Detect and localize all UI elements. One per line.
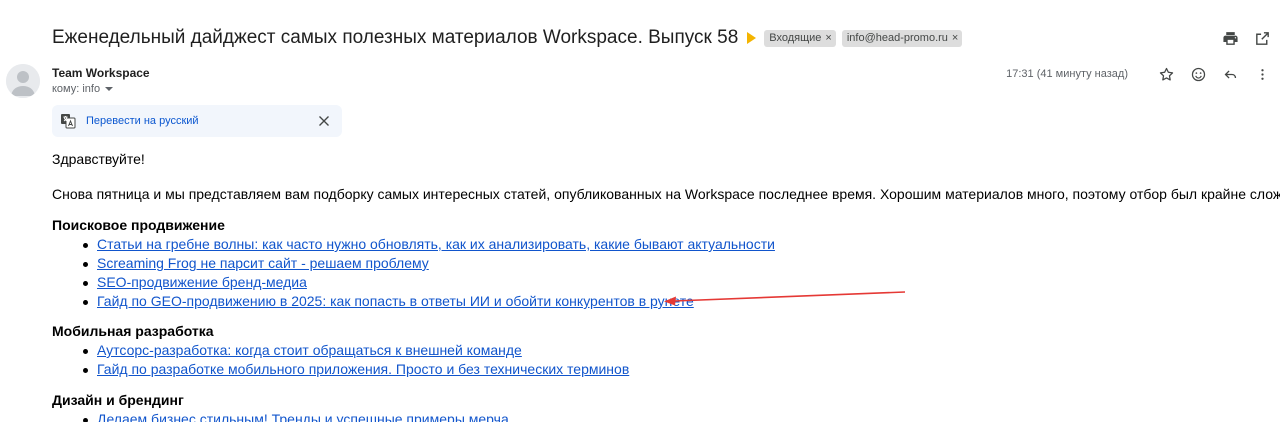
list-item: Делаем бизнес стильным! Тренды и успешны… bbox=[80, 411, 509, 422]
chevron-down-icon[interactable] bbox=[105, 87, 114, 91]
remove-label-icon[interactable]: × bbox=[825, 32, 831, 44]
annotation-arrow-icon bbox=[664, 291, 906, 306]
section-links-design: Делаем бизнес стильным! Тренды и успешны… bbox=[80, 411, 509, 422]
recipient-text: кому: info bbox=[52, 83, 101, 95]
thread-actions bbox=[1220, 28, 1272, 48]
label-chip-inbox[interactable]: Входящие × bbox=[764, 29, 836, 47]
translate-bar: Перевести на русский bbox=[52, 105, 342, 137]
section-links-mobile: Аутсорс-разработка: когда стоит обращать… bbox=[80, 342, 629, 380]
label-chip-text: info@head-promo.ru bbox=[846, 32, 948, 44]
star-icon[interactable] bbox=[1156, 64, 1176, 84]
label-chip-mailbox[interactable]: info@head-promo.ru × bbox=[841, 29, 963, 47]
importance-marker-icon[interactable] bbox=[747, 32, 757, 44]
intro-paragraph: Снова пятница и мы представляем вам подб… bbox=[52, 186, 1280, 202]
sender-name[interactable]: Team Workspace bbox=[52, 66, 150, 80]
list-item: Screaming Frog не парсит сайт - решаем п… bbox=[80, 255, 775, 274]
article-link[interactable]: Screaming Frog не парсит сайт - решаем п… bbox=[97, 255, 429, 271]
print-icon[interactable] bbox=[1220, 28, 1240, 48]
greeting: Здравствуйте! bbox=[52, 151, 145, 167]
article-link[interactable]: Гайд по разработке мобильного приложения… bbox=[97, 361, 629, 377]
article-link[interactable]: Делаем бизнес стильным! Тренды и успешны… bbox=[97, 411, 509, 422]
list-item: Статьи на гребне волны: как часто нужно … bbox=[80, 236, 775, 255]
section-title-design: Дизайн и брендинг bbox=[52, 392, 184, 408]
list-item: Аутсорс-разработка: когда стоит обращать… bbox=[80, 342, 629, 361]
translate-link[interactable]: Перевести на русский bbox=[86, 115, 199, 127]
recipient-details[interactable]: кому: info bbox=[52, 83, 114, 95]
article-link[interactable]: Аутсорс-разработка: когда стоит обращать… bbox=[97, 342, 522, 358]
reply-icon[interactable] bbox=[1220, 64, 1240, 84]
article-link[interactable]: SEO-продвижение бренд-медиа bbox=[97, 274, 307, 290]
translate-icon bbox=[60, 113, 76, 129]
remove-label-icon[interactable]: × bbox=[952, 32, 958, 44]
label-chip-text: Входящие bbox=[769, 32, 822, 44]
emoji-icon[interactable] bbox=[1188, 64, 1208, 84]
list-item: Гайд по разработке мобильного приложения… bbox=[80, 361, 629, 380]
article-link[interactable]: Гайд по GEO-продвижению в 2025: как попа… bbox=[97, 293, 694, 309]
article-link[interactable]: Статьи на гребне волны: как часто нужно … bbox=[97, 236, 775, 252]
close-icon[interactable] bbox=[316, 113, 332, 129]
subject-row: Еженедельный дайджест самых полезных мат… bbox=[52, 24, 968, 52]
open-in-new-window-icon[interactable] bbox=[1252, 28, 1272, 48]
more-vert-icon[interactable] bbox=[1252, 64, 1272, 84]
section-title-mobile: Мобильная разработка bbox=[52, 323, 214, 339]
section-title-seo: Поисковое продвижение bbox=[52, 217, 225, 233]
message-meta: 17:31 (41 минуту назад) bbox=[1006, 64, 1272, 84]
message-time: 17:31 (41 минуту назад) bbox=[1006, 68, 1128, 80]
email-subject: Еженедельный дайджест самых полезных мат… bbox=[52, 27, 739, 48]
avatar[interactable] bbox=[6, 64, 40, 98]
